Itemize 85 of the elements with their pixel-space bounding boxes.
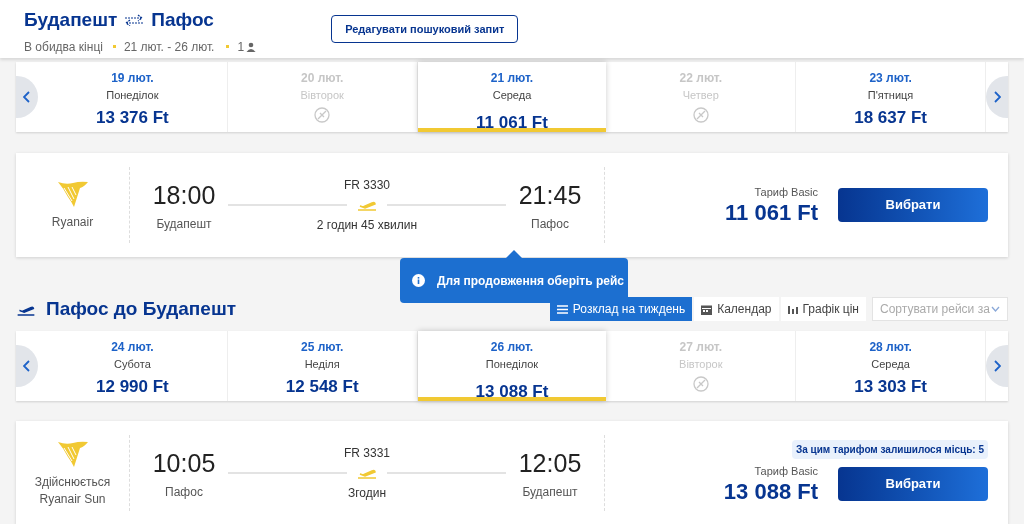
round-trip-icon — [123, 14, 146, 27]
date-label: 25 лют. — [301, 339, 344, 356]
chevron-right-icon — [993, 360, 1001, 372]
weekday-label: Середа — [492, 88, 532, 103]
price-label: 12 548 Ft — [285, 375, 359, 398]
duration-label: 2 годин 45 хвилин — [316, 217, 418, 234]
flight-number: FR 3331 — [344, 445, 390, 462]
date-label: 22 лют. — [679, 70, 722, 87]
travel-dates: 21 лют. - 26 лют. — [123, 38, 215, 56]
weekday-label: Четвер — [682, 88, 719, 103]
weekday-label: Понеділок — [485, 357, 539, 372]
arrival-time: 12:05 — [518, 448, 582, 480]
duration-label: Згодин — [347, 485, 387, 502]
departure-time: 18:00 — [152, 180, 216, 212]
date-tab[interactable]: 23 лют. П'ятниця 18 637 Ft — [796, 62, 986, 132]
date-tab[interactable]: 25 лют. Неділя 12 548 Ft — [227, 331, 418, 401]
no-flight-icon — [692, 375, 709, 392]
departure-city: Будапешт — [156, 215, 212, 233]
weekday-label: Вівторок — [679, 357, 723, 372]
date-label: 26 лют. — [490, 339, 534, 356]
passenger-count: 1 — [237, 38, 245, 56]
price-label: 18 637 Ft — [854, 106, 927, 129]
seats-left-badge: За цим тарифом залишилося місць: 5 — [791, 440, 988, 459]
previous-button[interactable] — [16, 76, 38, 118]
date-tab[interactable]: 24 лют. Субота 12 990 Ft — [38, 331, 228, 401]
flight-number: FR 3330 — [344, 177, 390, 194]
weekday-label: П'ятниця — [867, 88, 914, 103]
price-label: 11 061 Ft — [476, 111, 548, 134]
date-tab[interactable]: 21 лют. Середа 11 061 Ft — [417, 62, 607, 132]
arrival-city: Пафос — [531, 215, 569, 233]
arrival-city: Будапешт — [522, 483, 578, 501]
bar-chart-icon — [787, 304, 798, 314]
person-icon — [246, 41, 257, 52]
fare-label: Тариф Basic — [754, 463, 818, 479]
previous-button[interactable] — [16, 345, 38, 387]
price-label: 12 990 Ft — [96, 375, 169, 398]
next-button[interactable] — [986, 345, 1008, 387]
weekday-label: Субота — [114, 357, 151, 372]
edit-search-button[interactable]: Редагувати пошуковий запит — [331, 15, 519, 43]
weekday-label: Неділя — [304, 357, 340, 372]
date-label: 20 лют. — [301, 70, 344, 87]
departure-time: 10:05 — [152, 448, 216, 480]
date-tab[interactable]: 26 лют. Понеділок 13 088 Ft — [417, 331, 607, 401]
date-label: 28 лют. — [869, 339, 912, 356]
price-label: 13 303 Ft — [854, 375, 927, 398]
section-heading: Пафос до Будапешт — [46, 296, 237, 321]
weekday-label: Вівторок — [300, 88, 344, 103]
view-tab[interactable]: Календар — [694, 297, 779, 321]
calendar-icon — [701, 303, 713, 315]
info-icon — [412, 274, 425, 287]
date-label: 23 лют. — [869, 70, 912, 87]
date-label: 27 лют. — [679, 339, 722, 356]
price-label: 13 088 Ft — [475, 380, 549, 403]
chevron-down-icon — [991, 306, 1000, 312]
departure-city: Пафос — [165, 483, 203, 501]
date-label: 24 лют. — [111, 339, 154, 356]
chevron-right-icon — [993, 91, 1001, 103]
arrival-time: 21:45 — [518, 180, 582, 212]
next-button[interactable] — [986, 76, 1008, 118]
fare-price: 11 061 Ft — [725, 200, 818, 227]
no-flight-icon — [692, 106, 709, 123]
airline-label: Здійснюється — [34, 473, 111, 491]
date-tab[interactable]: 19 лют. Понеділок 13 376 Ft — [38, 62, 228, 132]
date-tab[interactable]: 28 лют. Середа 13 303 Ft — [796, 331, 986, 401]
chevron-left-icon — [23, 360, 31, 372]
fare-label: Тариф Basic — [754, 184, 818, 200]
trip-type: В обидва кінці — [24, 38, 103, 56]
origin-city: Будапешт — [24, 8, 118, 32]
select-button[interactable]: Вибрати — [838, 467, 988, 501]
weekday-label: Середа — [871, 357, 910, 372]
airline-label: Ryanair Sun — [39, 490, 106, 508]
weekday-label: Понеділок — [106, 88, 159, 103]
tooltip-text: Для продовження оберіть рейс — [437, 272, 624, 290]
airline-label: Ryanair — [51, 214, 94, 231]
date-label: 21 лют. — [490, 70, 534, 87]
date-label: 19 лют. — [111, 70, 154, 87]
list-icon — [556, 304, 568, 314]
chevron-left-icon — [23, 91, 31, 103]
destination-city: Пафос — [151, 8, 214, 32]
price-label: 13 376 Ft — [96, 106, 169, 129]
fare-price: 13 088 Ft — [723, 479, 818, 506]
harp-logo-icon — [55, 179, 90, 209]
view-tab[interactable]: Графік цін — [780, 297, 866, 321]
select-button[interactable]: Вибрати — [838, 188, 988, 222]
no-flight-icon — [314, 106, 331, 123]
